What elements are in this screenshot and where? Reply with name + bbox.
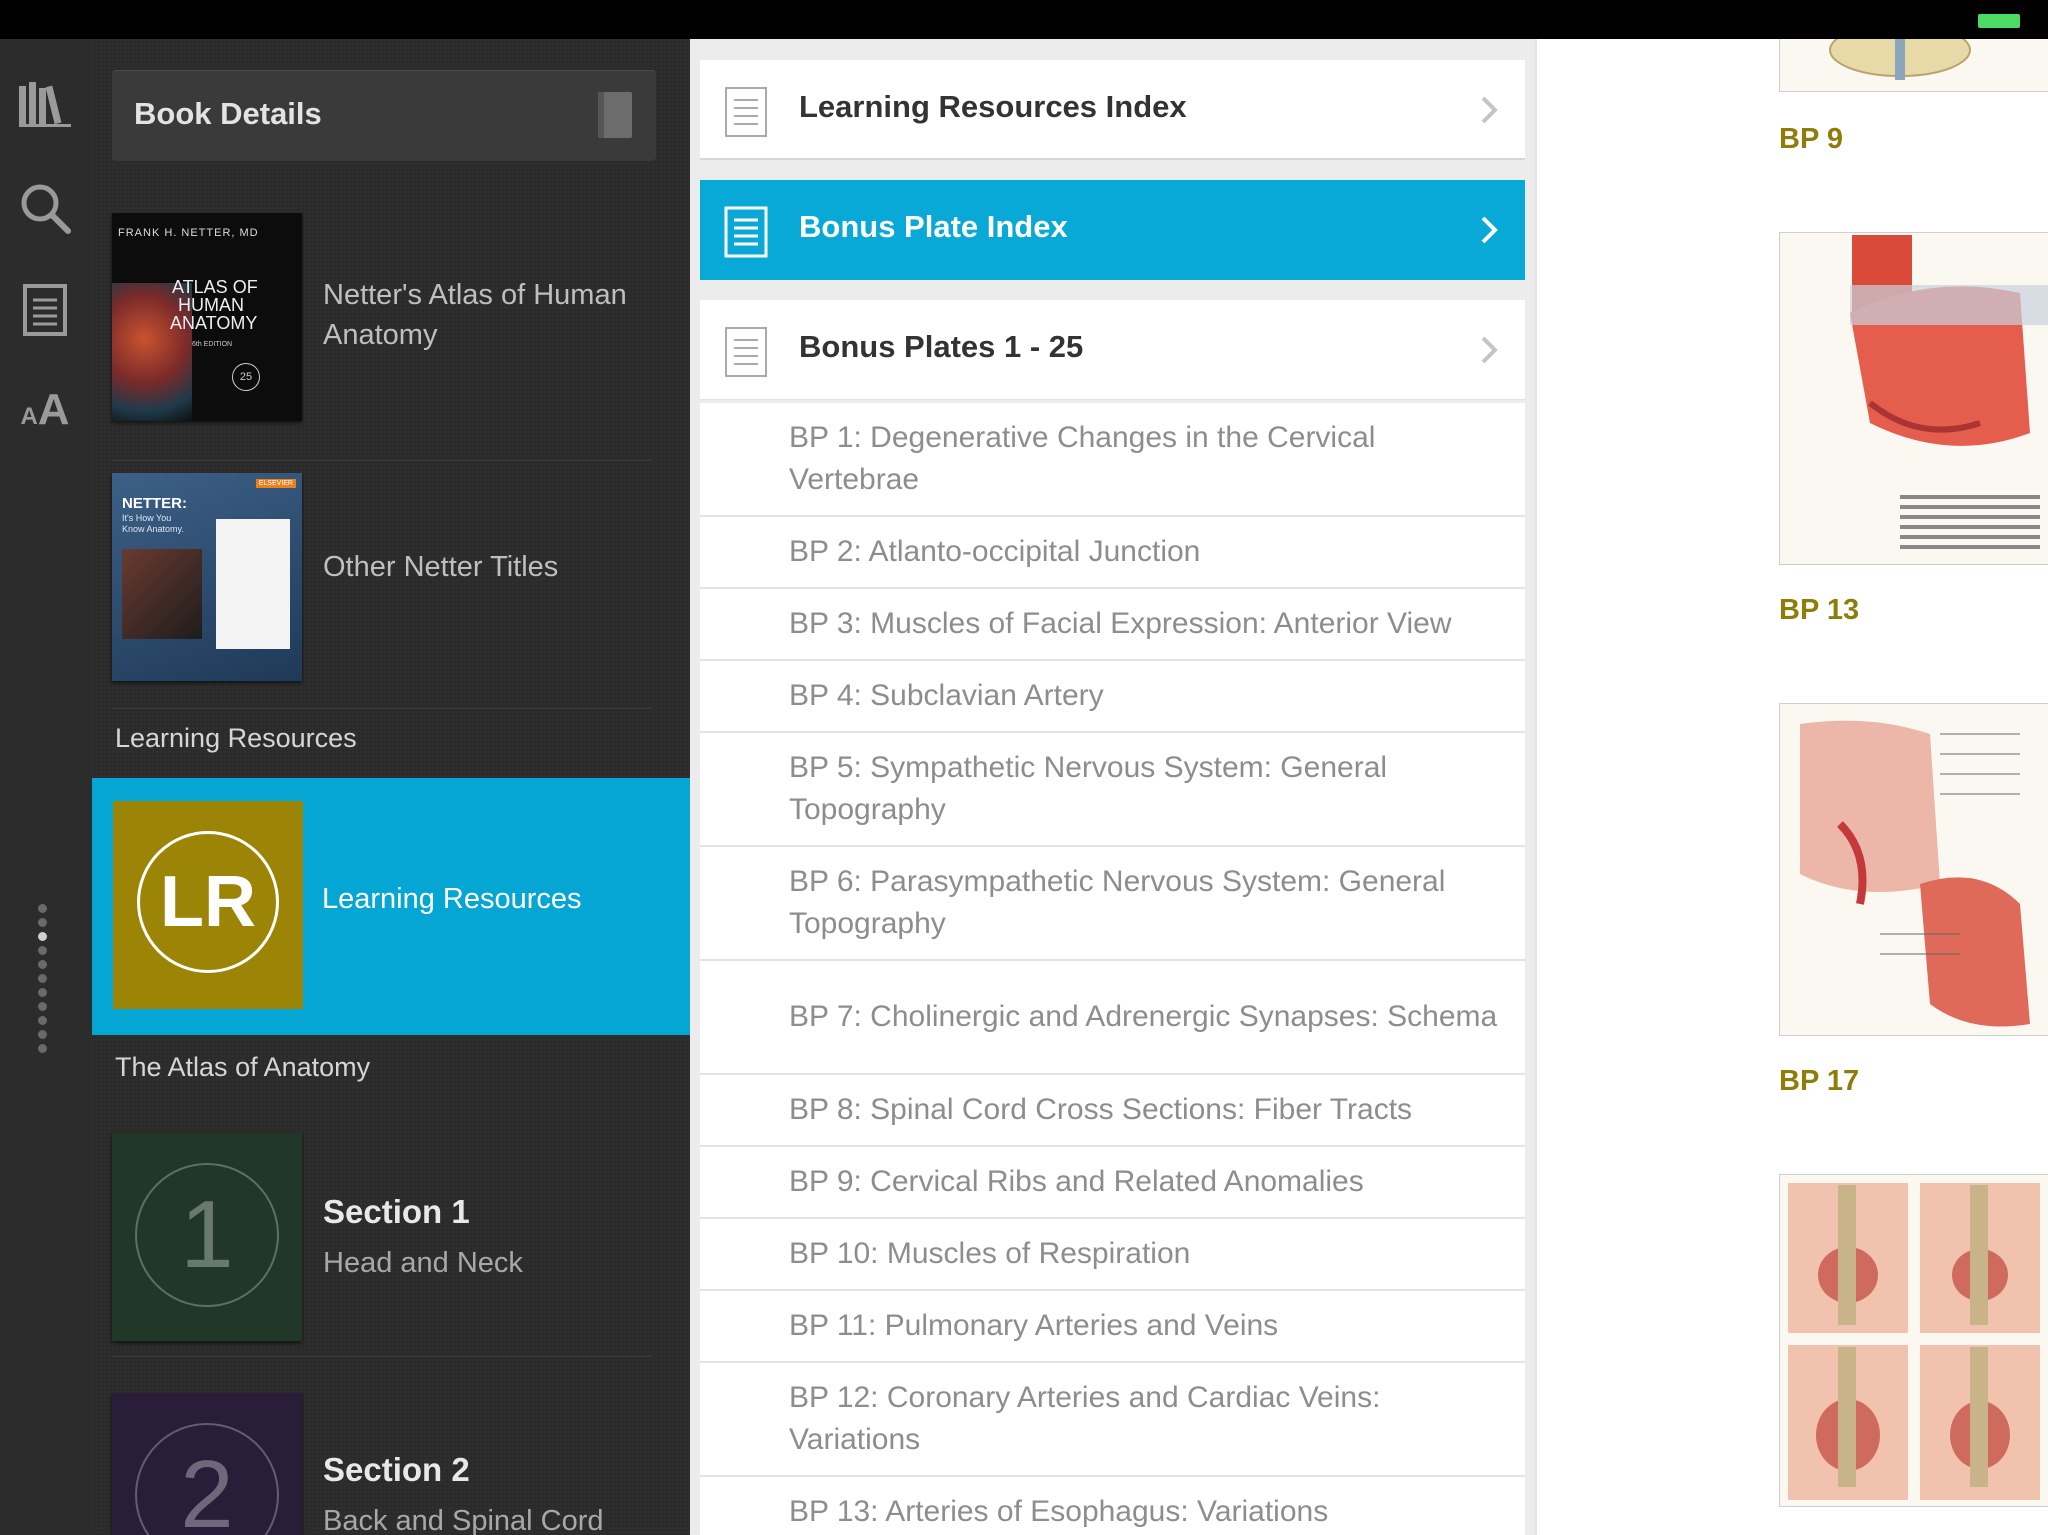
plate-thumbnails-panel: BP 9 BP 13 BP 17 [1535,39,2048,1535]
section-subtitle: Back and Spinal Cord [323,1505,604,1535]
cover-headline: NETTER: [122,495,187,512]
list-item[interactable]: BP 4: Subclavian Artery [700,661,1525,733]
plate-label: BP 17 [1779,1065,1860,1097]
contents-icon[interactable] [14,279,76,341]
book-details-button[interactable]: Book Details [112,70,656,161]
list-item[interactable]: BP 3: Muscles of Facial Expression: Ante… [700,589,1525,661]
list-item[interactable]: BP 11: Pulmonary Arteries and Veins [700,1291,1525,1363]
plate-label: BP 9 [1779,123,1843,155]
index-row-bonus-plate-index[interactable]: Bonus Plate Index [700,180,1525,280]
search-icon[interactable] [14,177,76,239]
section-title: Section 1 [323,1193,470,1230]
font-size-large-a: A [37,385,70,434]
list-item[interactable]: BP 1: Degenerative Changes in the Cervic… [700,403,1525,517]
document-icon [724,206,768,258]
document-icon [725,327,767,377]
atlas-cover: FRANK H. NETTER, MD ATLAS OF HUMAN ANATO… [112,213,302,421]
index-row-learning-resources[interactable]: Learning Resources Index [700,60,1525,160]
document-icon [725,87,767,137]
list-item[interactable]: BP 2: Atlanto-occipital Junction [700,517,1525,589]
index-row-label: Bonus Plates 1 - 25 [799,329,1084,364]
other-netter-cover: ELSEVIER NETTER: It's How You Know Anato… [112,473,302,681]
cover-subline: It's How You [122,513,172,523]
book-row-other-netter[interactable]: ELSEVIER NETTER: It's How You Know Anato… [112,461,652,709]
book-title: Other Netter Titles [323,551,559,583]
list-item[interactable]: BP 5: Sympathetic Nervous System: Genera… [700,733,1525,847]
section-1-tile: 1 [112,1133,302,1341]
book-title: Netter's Atlas of Human Anatomy [323,279,627,351]
section-2-tile: 2 [112,1393,302,1535]
cover-edition: 6th EDITION [192,341,233,348]
list-item[interactable]: BP 7: Cholinergic and Adrenergic Synapse… [700,961,1525,1075]
section-title: Section 2 [323,1451,470,1488]
chevron-right-icon [1481,96,1498,124]
learning-resources-row[interactable]: LR Learning Resources [92,778,690,1035]
book-icon [598,92,632,138]
index-row-label: Learning Resources Index [799,89,1187,124]
plate-thumbnail[interactable] [1779,39,2048,92]
index-row-label: Bonus Plate Index [799,209,1068,244]
section-row-2[interactable]: 2 Section 2 Back and Spinal Cord [112,1357,652,1535]
library-panel: Book Details FRANK H. NETTER, MD ATLAS O… [92,39,690,1535]
group-label-atlas: The Atlas of Anatomy [115,1052,371,1082]
chevron-right-icon [1481,336,1498,364]
plate-thumbnail[interactable] [1779,232,2048,565]
battery-icon [1978,14,2020,28]
list-item[interactable]: BP 13: Arteries of Esophagus: Variations [700,1477,1525,1535]
cover-author: FRANK H. NETTER, MD [118,227,259,239]
page-dots [38,904,50,1058]
list-item[interactable]: BP 8: Spinal Cord Cross Sections: Fiber … [700,1075,1525,1147]
cover-subline: Know Anatomy. [122,524,184,534]
list-item[interactable]: BP 9: Cervical Ribs and Related Anomalie… [700,1147,1525,1219]
index-row-bonus-plates[interactable]: Bonus Plates 1 - 25 [700,300,1525,400]
library-icon[interactable] [14,73,76,135]
left-rail: A A [0,39,92,1535]
cover-publisher: ELSEVIER [255,479,296,488]
plate-thumbnail[interactable] [1779,703,2048,1036]
list-item[interactable]: BP 12: Coronary Arteries and Cardiac Vei… [700,1363,1525,1477]
plate-thumbnail[interactable] [1779,1174,2048,1507]
group-label-learning: Learning Resources [115,723,357,753]
font-size-small-a: A [20,403,38,430]
list-item[interactable]: BP 10: Muscles of Respiration [700,1219,1525,1291]
bonus-plate-list: BP 1: Degenerative Changes in the Cervic… [700,403,1525,1535]
section-number: 2 [135,1423,279,1535]
section-row-1[interactable]: 1 Section 1 Head and Neck [112,1109,652,1357]
learning-resources-title: Learning Resources [322,883,582,915]
lr-badge: LR [137,831,279,973]
book-details-label: Book Details [134,96,322,131]
learning-resources-tile: LR [113,801,303,1009]
font-size-icon[interactable]: A A [14,379,76,441]
section-subtitle: Head and Neck [323,1247,523,1279]
section-number: 1 [135,1163,279,1307]
chevron-right-icon [1481,216,1498,244]
cover-badge: 25 [232,363,260,391]
plate-label: BP 13 [1779,594,1860,626]
cover-title-line: ANATOMY [170,313,258,333]
list-item[interactable]: BP 6: Parasympathetic Nervous System: Ge… [700,847,1525,961]
book-row-atlas[interactable]: FRANK H. NETTER, MD ATLAS OF HUMAN ANATO… [112,213,652,461]
index-panel: Learning Resources Index Bonus Plate Ind… [690,39,1535,1535]
status-bar [0,0,2048,39]
